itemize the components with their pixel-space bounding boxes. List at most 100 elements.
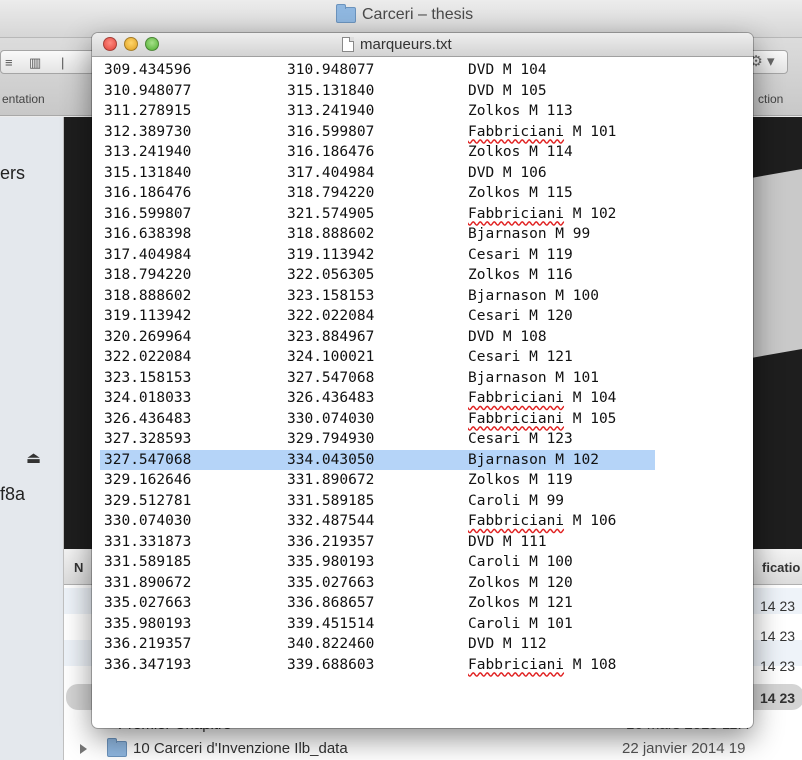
view-mode-segmented-control[interactable]: ≡ ▥ | (0, 50, 95, 74)
misspelled-word[interactable]: Fabbriciani (468, 513, 564, 529)
marker-label: Cesari M 123 (468, 431, 573, 447)
misspelled-word[interactable]: Fabbriciani (468, 124, 564, 140)
folder-icon (107, 737, 127, 757)
text-line[interactable]: 331.890672 335.027663 Zolkos M 120 (92, 573, 753, 594)
start-time: 329.512781 (104, 492, 192, 509)
marker-label: Bjarnason M 101 (468, 369, 599, 386)
text-content[interactable]: 309.434596 310.948077 DVD M 104 310.948077 3… (92, 57, 753, 728)
end-time: 332.487544 (287, 513, 375, 529)
marker-label: DVD M 106 (468, 164, 547, 181)
editor-titlebar[interactable]: marqueurs.txt (92, 33, 753, 57)
sidebar-item-device[interactable]: f8a (0, 484, 25, 505)
text-line-selected[interactable]: 327.547068 334.043050 Bjarnason M 102 (92, 450, 753, 471)
text-line[interactable]: 322.022084 324.100021 Cesari M 121 (92, 347, 753, 368)
zoom-button[interactable] (145, 37, 159, 51)
text-line[interactable]: 316.599807 321.574905 Fabbriciani M 102 (92, 204, 753, 225)
end-time: 326.436483 (287, 390, 375, 406)
start-time: 335.980193 (104, 615, 192, 632)
text-line[interactable]: 319.113942 322.022084 Cesari M 120 (92, 306, 753, 327)
marker-label: DVD M 112 (468, 636, 547, 652)
end-time: 329.794930 (287, 431, 375, 447)
marker-label: Bjarnason M 100 (468, 287, 599, 304)
file-date: 14 23 (760, 598, 796, 614)
text-line[interactable]: 323.158153 327.547068 Bjarnason M 101 (92, 368, 753, 389)
disclosure-triangle-icon[interactable] (80, 743, 87, 754)
file-date: 22 janvier 2014 19 (622, 740, 746, 757)
misspelled-word[interactable]: Fabbriciani (468, 206, 564, 222)
text-line[interactable]: 316.638398 318.888602 Bjarnason M 99 (92, 224, 753, 245)
sidebar-item-favorites[interactable]: ers (0, 163, 25, 184)
text-line[interactable]: 335.980193 339.451514 Caroli M 101 (92, 614, 753, 635)
end-time: 323.884967 (287, 328, 375, 345)
end-time: 318.888602 (287, 226, 375, 242)
column-view-icon[interactable]: ▥ (29, 55, 41, 71)
marker-label: Zolkos M 119 (468, 472, 573, 488)
text-line[interactable]: 330.074030 332.487544 Fabbriciani M 106 (92, 511, 753, 532)
text-line[interactable]: 329.512781 331.589185 Caroli M 99 (92, 491, 753, 512)
end-time: 315.131840 (287, 82, 375, 99)
start-time: 318.888602 (104, 287, 192, 304)
coverflow-view-icon[interactable]: | (61, 55, 64, 70)
text-line[interactable]: 318.794220 322.056305 Zolkos M 116 (92, 265, 753, 286)
column-header-modified[interactable]: ficatio (762, 560, 800, 575)
end-time: 330.074030 (287, 410, 375, 427)
marker-label: Zolkos M 113 (468, 103, 573, 119)
minimize-button[interactable] (124, 37, 138, 51)
text-line[interactable]: 336.219357 340.822460 DVD M 112 (92, 634, 753, 655)
text-line[interactable]: 331.589185 335.980193 Caroli M 100 (92, 552, 753, 573)
end-time: 324.100021 (287, 349, 375, 365)
start-time: 331.890672 (104, 574, 192, 591)
text-line[interactable]: 311.278915 313.241940 Zolkos M 113 (92, 101, 753, 122)
text-line[interactable]: 312.389730 316.599807 Fabbriciani M 101 (92, 122, 753, 143)
start-time: 336.347193 (104, 656, 192, 673)
eject-icon[interactable]: ⏏ (26, 448, 41, 468)
file-row-folder[interactable]: 10 Carceri d'Invenzione Ilb_data (80, 737, 348, 757)
start-time: 327.547068 (104, 451, 192, 468)
text-line[interactable]: 315.131840 317.404984 DVD M 106 (92, 163, 753, 184)
end-time: 336.219357 (287, 533, 375, 550)
text-line[interactable]: 309.434596 310.948077 DVD M 104 (92, 60, 753, 81)
misspelled-word[interactable]: Fabbriciani (468, 657, 564, 673)
start-time: 329.162646 (104, 472, 192, 488)
text-line[interactable]: 335.027663 336.868657 Zolkos M 121 (92, 593, 753, 614)
list-view-icon[interactable]: ≡ (5, 55, 13, 70)
column-header-name[interactable]: N (74, 560, 83, 575)
marker-label: DVD M 105 (468, 82, 547, 99)
text-line[interactable]: 310.948077 315.131840 DVD M 105 (92, 81, 753, 102)
text-line[interactable]: 336.347193 339.688603 Fabbriciani M 108 (92, 655, 753, 676)
text-line[interactable]: 318.888602 323.158153 Bjarnason M 100 (92, 286, 753, 307)
start-time: 331.331873 (104, 533, 192, 550)
marker-label: DVD M 108 (468, 328, 547, 345)
text-line[interactable]: 320.269964 323.884967 DVD M 108 (92, 327, 753, 348)
document-icon (342, 37, 354, 52)
marker-label: Fabbriciani M 104 (468, 390, 617, 406)
text-line[interactable]: 313.241940 316.186476 Zolkos M 114 (92, 142, 753, 163)
text-line[interactable]: 317.404984 319.113942 Cesari M 119 (92, 245, 753, 266)
misspelled-word[interactable]: Fabbriciani (468, 390, 564, 406)
start-time: 331.589185 (104, 554, 192, 570)
marker-label: Fabbriciani M 102 (468, 205, 617, 222)
start-time: 324.018033 (104, 390, 192, 406)
file-date: 14 23 (760, 690, 796, 706)
end-time: 331.589185 (287, 492, 375, 509)
text-line[interactable]: 324.018033 326.436483 Fabbriciani M 104 (92, 388, 753, 409)
text-line[interactable]: 326.436483 330.074030 Fabbriciani M 105 (92, 409, 753, 430)
start-time: 323.158153 (104, 369, 192, 386)
text-line[interactable]: 316.186476 318.794220 Zolkos M 115 (92, 183, 753, 204)
close-button[interactable] (103, 37, 117, 51)
start-time: 319.113942 (104, 308, 192, 324)
editor-title-text: marqueurs.txt (360, 36, 452, 53)
text-line[interactable]: 327.328593 329.794930 Cesari M 123 (92, 429, 753, 450)
start-time: 309.434596 (104, 62, 192, 78)
finder-sidebar (0, 117, 64, 760)
text-line[interactable]: 331.331873 336.219357 DVD M 111 (92, 532, 753, 553)
marker-label: Zolkos M 116 (468, 267, 573, 283)
file-row-name: 10 Carceri d'Invenzione Ilb_data (133, 740, 348, 757)
end-time: 335.027663 (287, 574, 375, 591)
start-time: 316.186476 (104, 185, 192, 201)
start-time: 317.404984 (104, 246, 192, 263)
misspelled-word[interactable]: Fabbriciani (468, 411, 564, 427)
text-line[interactable]: 329.162646 331.890672 Zolkos M 119 (92, 470, 753, 491)
marker-label: Bjarnason M 99 (468, 226, 591, 242)
end-time: 321.574905 (287, 205, 375, 222)
